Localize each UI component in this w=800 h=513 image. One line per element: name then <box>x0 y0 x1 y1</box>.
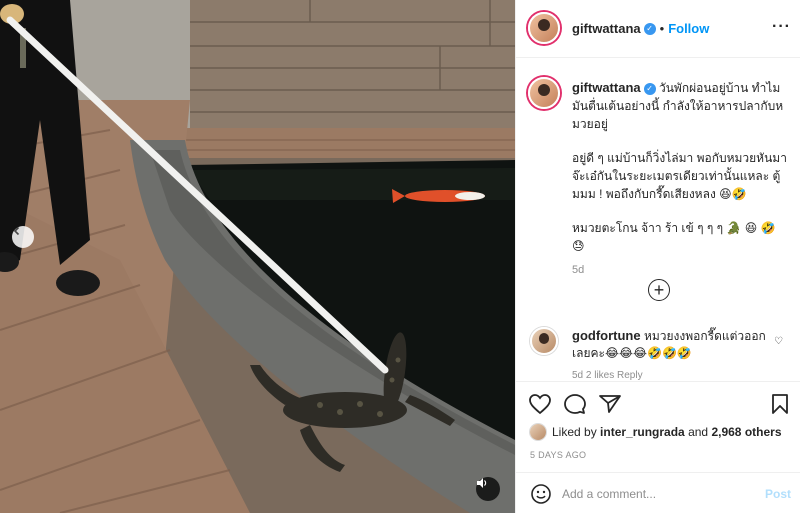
header-separator: • <box>659 21 665 36</box>
comment-meta: 5d 2 likes Reply <box>572 370 643 381</box>
verified-badge-icon: ✓ <box>643 22 656 35</box>
share-icon[interactable] <box>598 393 622 415</box>
caption-time[interactable]: 5d <box>572 261 787 279</box>
likes-summary: Liked by inter_rungrada and 2,968 others <box>530 424 782 440</box>
likes-count[interactable]: 2,968 others <box>711 425 781 439</box>
comments-list[interactable]: giftwattana ✓ วันพักผ่อนอยู่บ้าน ทำไมมันต… <box>516 59 800 381</box>
post-comment-button[interactable]: Post <box>765 487 791 501</box>
comment-icon[interactable] <box>563 393 587 415</box>
comment-username[interactable]: godfortune <box>572 328 641 343</box>
commenter-avatar[interactable] <box>530 327 558 355</box>
caption-avatar[interactable] <box>528 77 560 109</box>
more-options-icon[interactable]: ··· <box>772 18 791 36</box>
follow-button[interactable]: Follow <box>668 21 709 36</box>
likes-prefix: Liked by <box>552 425 597 439</box>
post-photo <box>0 0 515 513</box>
caption-username[interactable]: giftwattana <box>572 80 641 95</box>
carousel-prev-button[interactable] <box>12 226 34 248</box>
emoji-icon[interactable] <box>530 483 552 505</box>
caption-verified-icon: ✓ <box>643 82 656 95</box>
likes-middle: and <box>688 425 709 439</box>
likes-user[interactable]: inter_rungrada <box>600 425 685 439</box>
sound-icon <box>477 478 487 488</box>
post-media[interactable] <box>0 0 515 513</box>
post-actions: Liked by inter_rungrada and 2,968 others… <box>516 381 800 513</box>
header-user-line: giftwattana ✓ • Follow <box>572 20 709 38</box>
liker-avatar[interactable] <box>530 424 546 440</box>
add-comment-bar: Post <box>516 472 800 513</box>
post-date[interactable]: 5 DAYS AGO <box>530 450 586 460</box>
caption-text-3: หมวยตะโกน จ้าา ร้า เข้ ๆ ๆ ๆ 🐊 😆 🤣 😓 <box>572 221 776 253</box>
sound-toggle-button[interactable] <box>476 477 500 501</box>
comment-like-heart-icon[interactable]: ♡ <box>774 336 783 347</box>
comment-item: godfortune หมวยงงพอกรี๊ดแต่วออกเลยคะ😂😂😂🤣… <box>572 327 772 362</box>
add-comment-input[interactable] <box>562 484 752 504</box>
avatar[interactable] <box>528 12 560 44</box>
header-username[interactable]: giftwattana <box>572 21 641 36</box>
heart-icon[interactable] <box>528 393 552 415</box>
chevron-left-icon <box>13 226 20 236</box>
post-side-panel: giftwattana ✓ • Follow ··· giftwattana ✓ วัน… <box>515 0 800 513</box>
load-more-comments-button[interactable]: + <box>648 279 670 301</box>
bookmark-icon[interactable] <box>770 393 790 415</box>
caption-text-2: อยู่ดี ๆ แม่บ้านก็วิ่งไล่มา พอกับหมวยหัน… <box>572 151 787 201</box>
post-caption: giftwattana ✓ วันพักผ่อนอยู่บ้าน ทำไมมันต… <box>572 79 787 279</box>
post-header: giftwattana ✓ • Follow ··· <box>516 0 800 58</box>
